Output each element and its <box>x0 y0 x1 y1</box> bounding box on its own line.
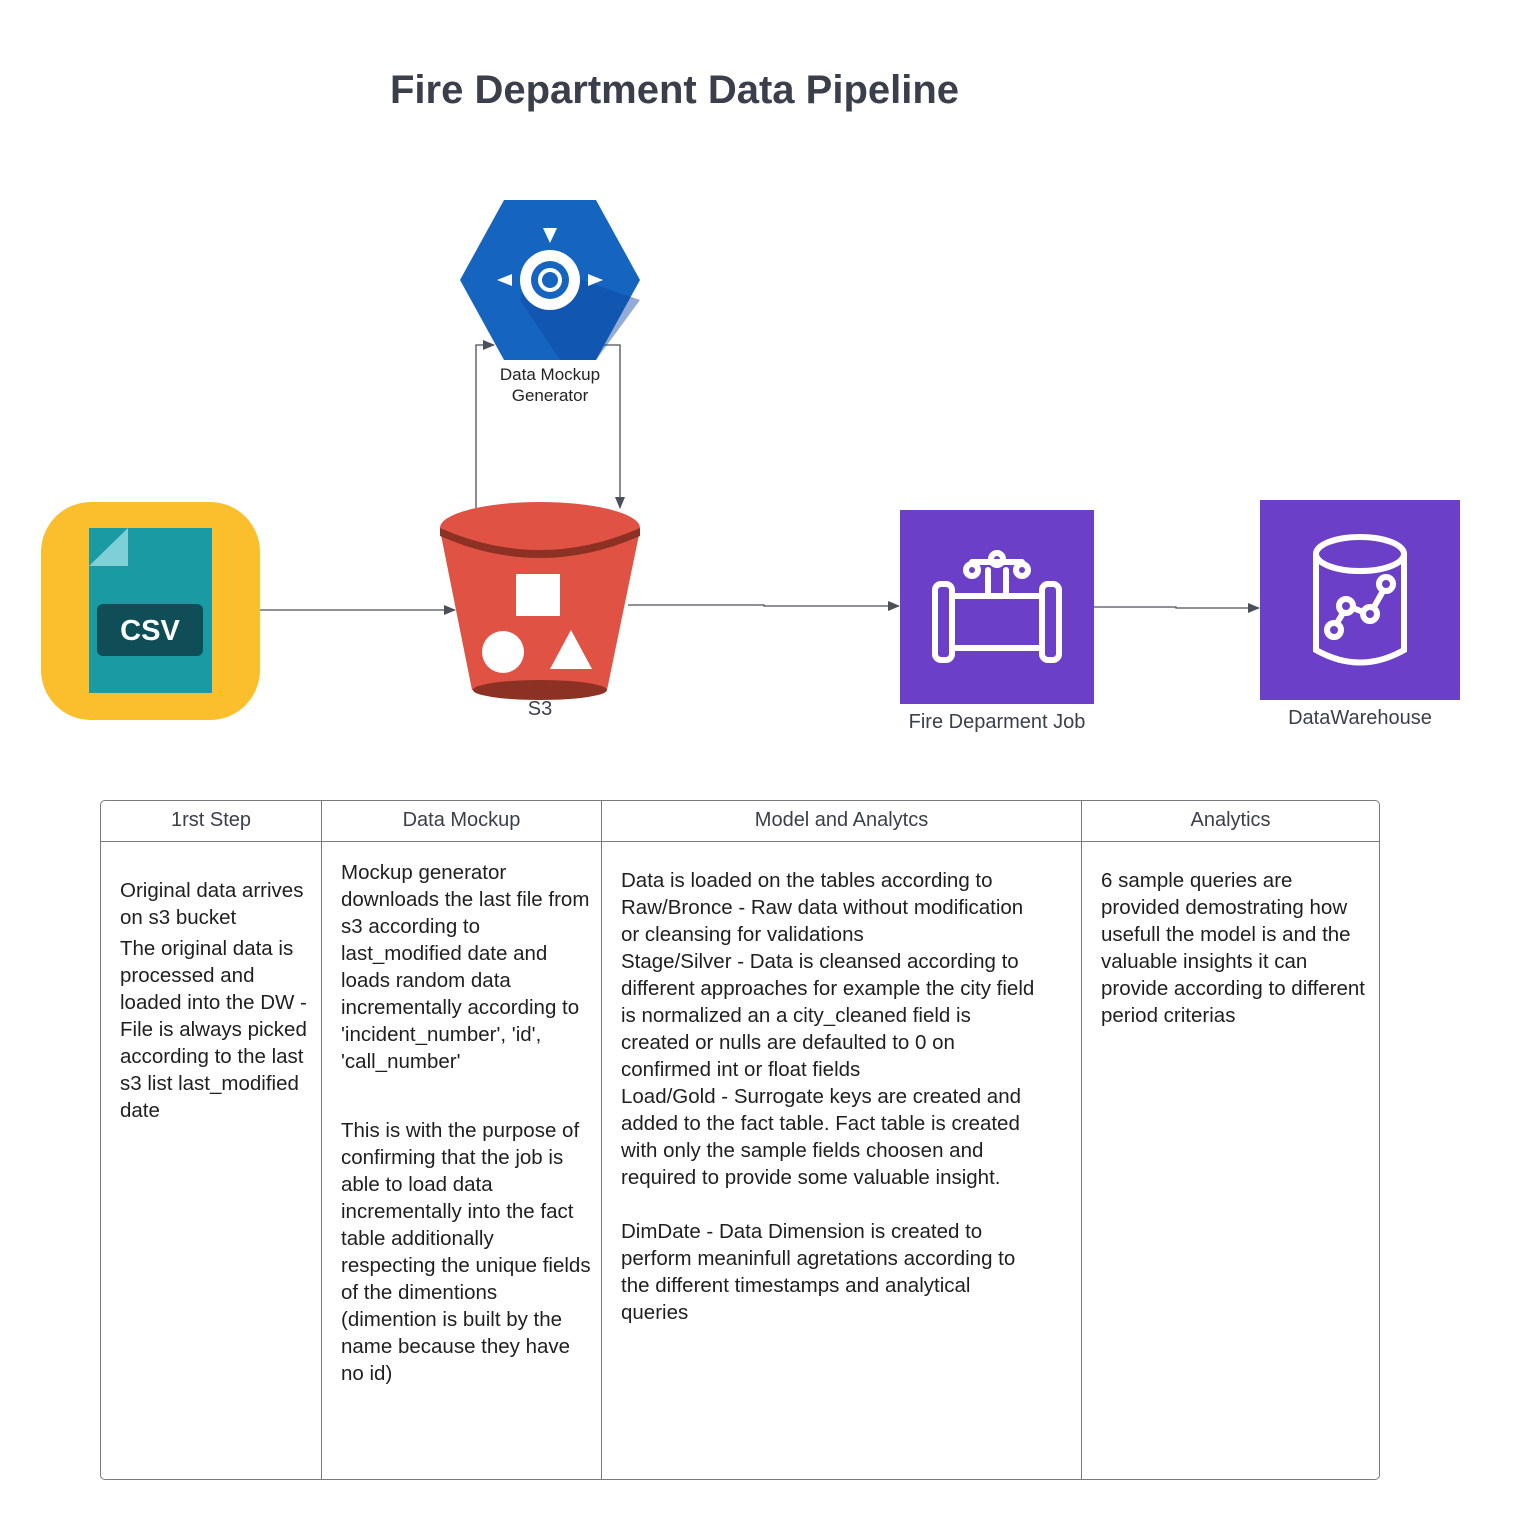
generator-label-line2: Generator <box>511 386 589 405</box>
pipeline-diagram: CSV <box>41 200 1460 720</box>
steps-table: 1rst Step Original data arrives on s3 bu… <box>100 800 1380 1480</box>
column-paragraph: Raw/Bronce - Raw data without modificati… <box>621 896 1024 946</box>
s3-label: S3 <box>527 698 553 720</box>
table-column-first-step: 1rst Step Original data arrives on s3 bu… <box>101 801 321 1479</box>
table-column-data-mockup: Data Mockup Mockup generator downloads t… <box>321 801 601 1479</box>
table-column-analytics: Analytics 6 sample queries are provided … <box>1081 801 1379 1479</box>
generator-icon <box>460 200 640 360</box>
column-header: 1rst Step <box>101 801 321 842</box>
column-body: Original data arrives on s3 bucket The o… <box>120 877 313 1124</box>
table-column-model-analytics: Model and Analytcs Data is loaded on the… <box>601 801 1081 1479</box>
column-paragraph: DimDate - Data Dimension is created to p… <box>621 1220 1016 1324</box>
column-body: Data is loaded on the tables according t… <box>621 867 1041 1326</box>
column-header: Analytics <box>1082 801 1379 842</box>
csv-badge-text: CSV <box>120 615 180 647</box>
column-paragraph: Original data arrives on s3 bucket <box>120 879 304 929</box>
s3-to-job-arrow <box>628 601 900 611</box>
column-header: Data Mockup <box>322 801 601 842</box>
column-header: Model and Analytcs <box>602 801 1081 842</box>
job-pipe-icon <box>900 510 1094 704</box>
job-label: Fire Deparment Job <box>908 711 1086 733</box>
column-paragraph: Load/Gold - Surrogate keys are created a… <box>621 1085 1021 1189</box>
column-paragraph: Data is loaded on the tables according t… <box>621 869 993 892</box>
column-paragraph: Mockup generator downloads the last file… <box>341 861 590 1073</box>
s3-bucket-icon <box>440 502 640 700</box>
column-paragraph: The original data is processed and loade… <box>120 937 307 1122</box>
warehouse-label: DataWarehouse <box>1288 707 1432 729</box>
generator-label: Data Mockup Generator <box>470 364 630 406</box>
column-body: 6 sample queries are provided demostrati… <box>1101 867 1365 1029</box>
warehouse-database-icon <box>1260 500 1460 700</box>
column-paragraph: This is with the purpose of confirming t… <box>341 1119 591 1385</box>
column-paragraph: Stage/Silver - Data is cleansed accordin… <box>621 950 1035 1081</box>
column-body: Mockup generator downloads the last file… <box>341 859 593 1387</box>
job-to-warehouse-arrow <box>1094 603 1260 613</box>
generator-label-line1: Data Mockup <box>499 365 601 384</box>
column-paragraph: 6 sample queries are provided demostrati… <box>1101 869 1366 1027</box>
csv-file-icon: CSV <box>41 502 260 720</box>
